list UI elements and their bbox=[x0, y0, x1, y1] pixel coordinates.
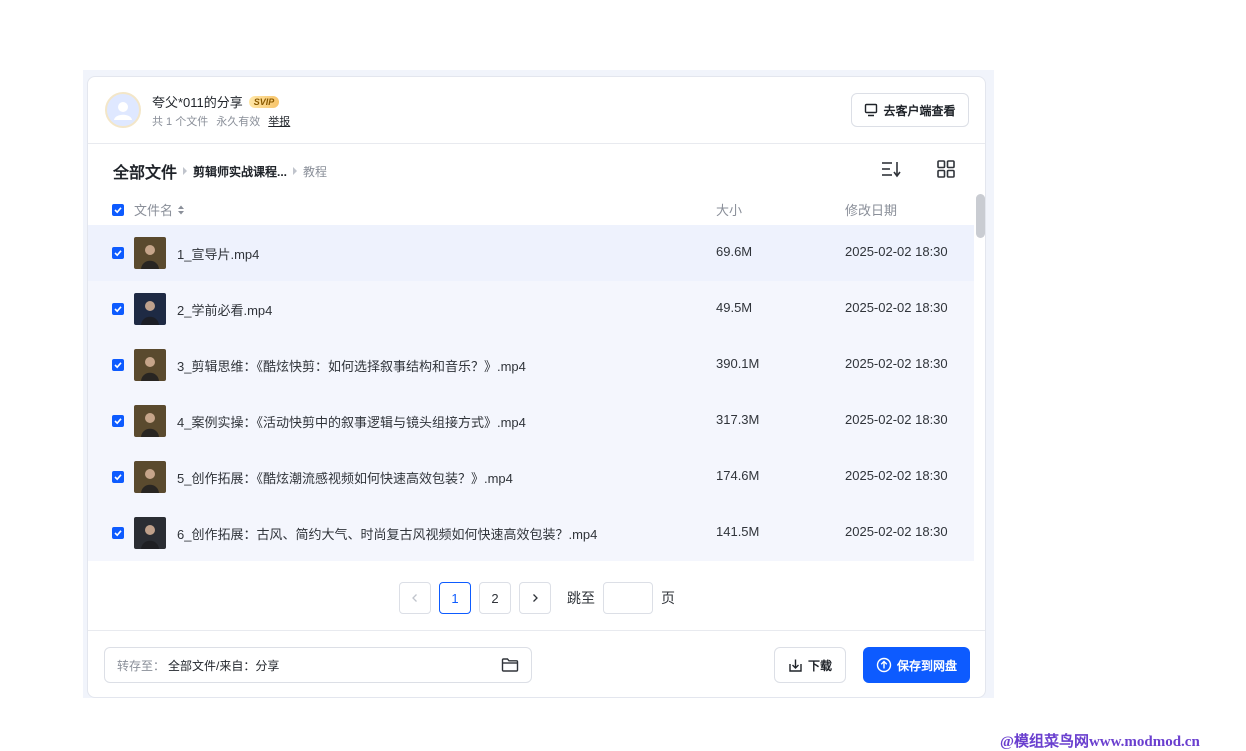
footer-divider bbox=[88, 630, 985, 631]
row-checkbox[interactable] bbox=[112, 415, 124, 427]
breadcrumb-root[interactable]: 全部文件 bbox=[113, 159, 177, 183]
page-button-1[interactable]: 1 bbox=[439, 582, 471, 614]
video-thumbnail bbox=[134, 517, 166, 549]
save-to-cloud-button[interactable]: 保存到网盘 bbox=[863, 647, 970, 683]
file-size: 49.5M bbox=[716, 300, 753, 315]
share-title: 夸父*011的分享 SVIP bbox=[152, 92, 280, 111]
svip-badge: SVIP bbox=[248, 95, 280, 108]
breadcrumb-folder[interactable]: 剪辑师实战课程... bbox=[193, 163, 287, 180]
scrollbar-thumb[interactable] bbox=[976, 194, 985, 238]
sort-toggle-icon[interactable] bbox=[177, 204, 185, 216]
video-thumbnail bbox=[134, 405, 166, 437]
select-all-checkbox[interactable] bbox=[112, 203, 124, 216]
video-thumbnail bbox=[134, 237, 166, 269]
breadcrumb-separator-icon bbox=[183, 167, 188, 175]
table-row[interactable]: 6_创作拓展：古风、简约大气、时尚复古风视频如何快速高效包装？.mp4 141.5… bbox=[88, 505, 974, 561]
breadcrumb-current: 教程 bbox=[303, 164, 328, 179]
table-row[interactable]: 4_案例实操：《活动快剪中的叙事逻辑与镜头组接方式》.mp4 317.3M 2025… bbox=[88, 393, 974, 449]
next-page-button[interactable] bbox=[519, 582, 551, 614]
chevron-right-icon bbox=[533, 594, 538, 602]
file-size: 174.6M bbox=[716, 468, 760, 483]
save-to-label: 转存至： bbox=[117, 658, 166, 673]
page-unit-label: 页 bbox=[661, 590, 675, 606]
prev-page-button[interactable] bbox=[399, 582, 431, 614]
file-list: 1_宣导片.mp4 69.6M 2025-02-02 18:30 2_学前必看.mp4… bbox=[88, 225, 974, 561]
share-owner-title: 夸父*011的分享 bbox=[152, 95, 243, 110]
file-size: 390.1M bbox=[716, 356, 760, 371]
file-size: 317.3M bbox=[716, 412, 760, 427]
breadcrumb-separator-icon bbox=[293, 167, 298, 175]
column-header-name[interactable]: 文件名 bbox=[112, 200, 185, 219]
row-checkbox[interactable] bbox=[112, 527, 124, 539]
save-destination-field[interactable]: 转存至： 全部文件/来自：分享 bbox=[104, 647, 532, 683]
column-date-label: 修改日期 bbox=[845, 203, 898, 218]
share-meta: 共 1 个文件 永久有效 举报 bbox=[152, 113, 290, 129]
column-name-label: 文件名 bbox=[134, 203, 174, 218]
file-date: 2025-02-02 18:30 bbox=[845, 468, 948, 483]
check-icon bbox=[114, 206, 122, 213]
file-date: 2025-02-02 18:30 bbox=[845, 356, 948, 371]
check-icon bbox=[114, 418, 122, 425]
header-divider bbox=[88, 143, 985, 144]
pagination: 1 2 跳至 页 bbox=[399, 582, 675, 614]
chevron-left-icon bbox=[412, 594, 417, 602]
table-row[interactable]: 5_创作拓展：《酷炫潮流感视频如何快速高效包装？》.mp4 174.6M 2025-… bbox=[88, 449, 974, 505]
share-card: 夸父*011的分享 SVIP 共 1 个文件 永久有效 举报 去客户端查看 全部… bbox=[87, 76, 986, 698]
check-icon bbox=[114, 306, 122, 313]
file-date: 2025-02-02 18:30 bbox=[845, 300, 948, 315]
column-header-date: 修改日期 bbox=[845, 200, 897, 219]
save-to-value: 全部文件/来自：分享 bbox=[168, 658, 280, 673]
jump-page-input[interactable] bbox=[603, 582, 653, 614]
grid-view-icon[interactable] bbox=[936, 159, 956, 179]
file-date: 2025-02-02 18:30 bbox=[845, 412, 948, 427]
video-thumbnail bbox=[134, 461, 166, 493]
file-size: 69.6M bbox=[716, 244, 753, 259]
user-avatar bbox=[105, 92, 141, 128]
row-checkbox[interactable] bbox=[112, 247, 124, 259]
table-row[interactable]: 3_剪辑思维：《酷炫快剪：如何选择叙事结构和音乐？》.mp4 390.1M 2025… bbox=[88, 337, 974, 393]
folder-icon[interactable] bbox=[501, 657, 519, 673]
user-avatar-icon bbox=[114, 102, 132, 120]
cloud-upload-icon bbox=[876, 657, 892, 673]
table-row[interactable]: 1_宣导片.mp4 69.6M 2025-02-02 18:30 bbox=[88, 225, 974, 281]
row-checkbox[interactable] bbox=[112, 303, 124, 315]
save-to-cloud-label: 保存到网盘 bbox=[896, 658, 957, 673]
check-icon bbox=[114, 474, 122, 481]
file-name[interactable]: 5_创作拓展：《酷炫潮流感视频如何快速高效包装？》.mp4 bbox=[177, 468, 513, 487]
column-header-size: 大小 bbox=[716, 200, 742, 219]
validity: 永久有效 bbox=[216, 116, 261, 128]
download-button[interactable]: 下载 bbox=[774, 647, 846, 683]
monitor-icon bbox=[865, 103, 878, 117]
column-size-label: 大小 bbox=[716, 203, 743, 218]
page-button-2[interactable]: 2 bbox=[479, 582, 511, 614]
file-name[interactable]: 1_宣导片.mp4 bbox=[177, 244, 259, 263]
sort-icon[interactable] bbox=[881, 159, 901, 179]
check-icon bbox=[114, 362, 122, 369]
open-in-client-label: 去客户端查看 bbox=[883, 103, 956, 118]
file-size: 141.5M bbox=[716, 524, 760, 539]
open-in-client-button[interactable]: 去客户端查看 bbox=[851, 93, 969, 127]
row-checkbox[interactable] bbox=[112, 359, 124, 371]
file-name[interactable]: 4_案例实操：《活动快剪中的叙事逻辑与镜头组接方式》.mp4 bbox=[177, 412, 526, 431]
download-label: 下载 bbox=[807, 658, 832, 673]
video-thumbnail bbox=[134, 293, 166, 325]
row-checkbox[interactable] bbox=[112, 471, 124, 483]
download-icon bbox=[789, 659, 802, 672]
file-name[interactable]: 2_学前必看.mp4 bbox=[177, 300, 272, 319]
video-thumbnail bbox=[134, 349, 166, 381]
breadcrumb: 全部文件 剪辑师实战课程... 教程 bbox=[113, 159, 327, 183]
table-row[interactable]: 2_学前必看.mp4 49.5M 2025-02-02 18:30 bbox=[88, 281, 974, 337]
site-watermark: @模组菜鸟网www.modmod.cn bbox=[1000, 734, 1200, 750]
file-count: 共 1 个文件 bbox=[152, 116, 209, 128]
file-name[interactable]: 6_创作拓展：古风、简约大气、时尚复古风视频如何快速高效包装？.mp4 bbox=[177, 524, 597, 543]
file-date: 2025-02-02 18:30 bbox=[845, 244, 948, 259]
check-icon bbox=[114, 250, 122, 257]
check-icon bbox=[114, 530, 122, 537]
file-name[interactable]: 3_剪辑思维：《酷炫快剪：如何选择叙事结构和音乐？》.mp4 bbox=[177, 356, 526, 375]
jump-to-label: 跳至 bbox=[567, 590, 595, 606]
report-link[interactable]: 举报 bbox=[268, 113, 290, 129]
file-date: 2025-02-02 18:30 bbox=[845, 524, 948, 539]
